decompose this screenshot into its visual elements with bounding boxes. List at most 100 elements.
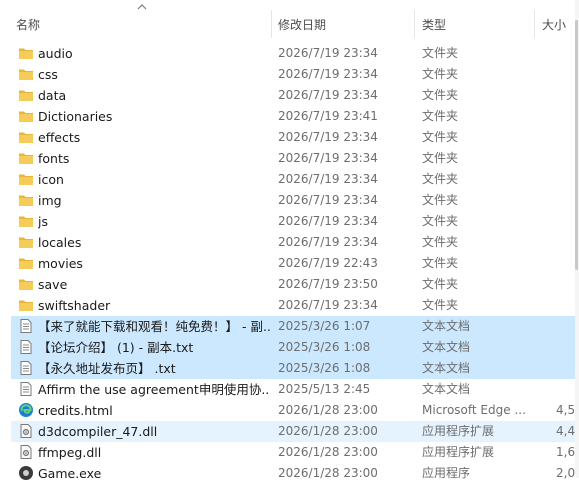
edge-icon <box>18 402 34 419</box>
file-row[interactable]: d3dcompiler_47.dll 2026/1/28 23:00 应用程序扩展 4… <box>11 421 576 442</box>
folder-icon <box>18 150 34 167</box>
file-name: fonts <box>38 151 70 166</box>
column-divider[interactable] <box>414 10 415 38</box>
file-date-modified: 2026/7/19 23:34 <box>278 151 378 165</box>
file-type: 文件夹 <box>422 172 459 186</box>
file-type: 文件夹 <box>422 298 459 312</box>
file-date-modified: 2026/7/19 23:34 <box>278 88 378 102</box>
file-row[interactable]: swiftshader 2026/7/19 23:34 文件夹 <box>11 295 576 316</box>
file-row[interactable]: credits.html 2026/1/28 23:00 Microsoft Edg… <box>11 400 576 421</box>
file-date-modified: 2026/1/28 23:00 <box>278 403 378 417</box>
header-type[interactable]: 类型 <box>422 16 446 33</box>
file-date-modified: 2026/7/19 23:34 <box>278 214 378 228</box>
file-type: 应用程序扩展 <box>422 424 495 438</box>
folder-icon <box>18 192 34 209</box>
file-type: 文件夹 <box>422 67 459 81</box>
file-row[interactable]: img 2026/7/19 23:34 文件夹 <box>11 190 576 211</box>
exe-icon <box>18 465 34 482</box>
file-type: 文件夹 <box>422 256 459 270</box>
file-type: 文件夹 <box>422 214 459 228</box>
file-name: swiftshader <box>38 298 111 313</box>
file-row[interactable]: effects 2026/7/19 23:34 文件夹 <box>11 127 576 148</box>
file-type: 文件夹 <box>422 277 459 291</box>
folder-icon <box>18 66 34 83</box>
text-file-icon <box>18 318 34 335</box>
header-date-modified[interactable]: 修改日期 <box>278 16 326 33</box>
folder-icon <box>18 297 34 314</box>
file-type: 文件夹 <box>422 109 459 123</box>
file-name: audio <box>38 46 73 61</box>
file-row[interactable]: 【来了就能下载和观看！纯免费！】 - 副... 2025/3/26 1:07 文本文… <box>11 316 576 337</box>
scrollbar-thumb[interactable] <box>575 20 578 270</box>
file-date-modified: 2026/7/19 23:34 <box>278 235 378 249</box>
file-name: icon <box>38 172 64 187</box>
file-date-modified: 2025/3/26 1:08 <box>278 361 371 375</box>
file-name: data <box>38 88 67 103</box>
file-row[interactable]: save 2026/7/19 23:50 文件夹 <box>11 274 576 295</box>
file-row[interactable]: data 2026/7/19 23:34 文件夹 <box>11 85 576 106</box>
file-date-modified: 2026/7/19 23:34 <box>278 46 378 60</box>
file-name: css <box>38 67 58 82</box>
file-type: Microsoft Edge ... <box>422 403 526 417</box>
file-name: Dictionaries <box>38 109 113 124</box>
file-row[interactable]: audio 2026/7/19 23:34 文件夹 <box>11 43 576 64</box>
file-name: d3dcompiler_47.dll <box>38 424 158 439</box>
text-file-icon <box>18 360 34 377</box>
dll-file-icon <box>18 444 34 461</box>
file-date-modified: 2026/7/19 23:34 <box>278 130 378 144</box>
file-row[interactable]: locales 2026/7/19 23:34 文件夹 <box>11 232 576 253</box>
folder-icon <box>18 45 34 62</box>
file-row[interactable]: movies 2026/7/19 22:43 文件夹 <box>11 253 576 274</box>
folder-icon <box>18 234 34 251</box>
text-file-icon <box>18 339 34 356</box>
file-row[interactable]: Game.exe 2026/1/28 23:00 应用程序 2,0 <box>11 463 576 484</box>
file-row[interactable]: 【论坛介绍】 (1) - 副本.txt 2025/3/26 1:08 文本文档 <box>11 337 576 358</box>
column-divider[interactable] <box>271 10 272 38</box>
file-date-modified: 2026/7/19 23:34 <box>278 67 378 81</box>
sort-ascending-icon <box>137 4 147 10</box>
file-name: effects <box>38 130 81 145</box>
file-type: 文件夹 <box>422 46 459 60</box>
header-size[interactable]: 大小 <box>542 16 566 33</box>
file-row[interactable]: ffmpeg.dll 2026/1/28 23:00 应用程序扩展 1,6 <box>11 442 576 463</box>
file-name: js <box>38 214 48 229</box>
folder-icon <box>18 108 34 125</box>
file-name: Affirm the use agreement申明使用协... <box>38 382 270 397</box>
header-name[interactable]: 名称 <box>16 16 40 33</box>
file-date-modified: 2026/1/28 23:00 <box>278 424 378 438</box>
file-row[interactable]: Dictionaries 2026/7/19 23:41 文件夹 <box>11 106 576 127</box>
file-name: locales <box>38 235 82 250</box>
file-type: 文件夹 <box>422 88 459 102</box>
file-row[interactable]: css 2026/7/19 23:34 文件夹 <box>11 64 576 85</box>
file-row[interactable]: Affirm the use agreement申明使用协... 2025/5/1… <box>11 379 576 400</box>
file-type: 文本文档 <box>422 319 471 333</box>
folder-icon <box>18 276 34 293</box>
file-type: 文件夹 <box>422 235 459 249</box>
file-date-modified: 2025/3/26 1:07 <box>278 319 371 333</box>
file-date-modified: 2025/5/13 2:45 <box>278 382 371 396</box>
file-row[interactable]: icon 2026/7/19 23:34 文件夹 <box>11 169 576 190</box>
file-type: 应用程序扩展 <box>422 445 495 459</box>
column-divider[interactable] <box>534 10 535 38</box>
file-date-modified: 2026/7/19 23:41 <box>278 109 378 123</box>
file-date-modified: 2026/7/19 23:34 <box>278 193 378 207</box>
file-row[interactable]: js 2026/7/19 23:34 文件夹 <box>11 211 576 232</box>
folder-icon <box>18 129 34 146</box>
file-name: ffmpeg.dll <box>38 445 102 460</box>
file-name: img <box>38 193 62 208</box>
file-name: save <box>38 277 68 292</box>
file-date-modified: 2026/1/28 23:00 <box>278 466 378 480</box>
file-name: Game.exe <box>38 466 102 481</box>
file-name: 【来了就能下载和观看！纯免费！】 - 副... <box>38 319 270 334</box>
folder-icon <box>18 213 34 230</box>
file-date-modified: 2026/7/19 23:50 <box>278 277 378 291</box>
text-file-icon <box>18 381 34 398</box>
file-name: credits.html <box>38 403 113 418</box>
file-row[interactable]: fonts 2026/7/19 23:34 文件夹 <box>11 148 576 169</box>
file-row[interactable]: 【永久地址发布页】 .txt 2025/3/26 1:08 文本文档 <box>11 358 576 379</box>
file-type: 应用程序 <box>422 466 471 480</box>
folder-icon <box>18 87 34 104</box>
file-type: 文本文档 <box>422 382 471 396</box>
folder-icon <box>18 171 34 188</box>
file-type: 文件夹 <box>422 130 459 144</box>
